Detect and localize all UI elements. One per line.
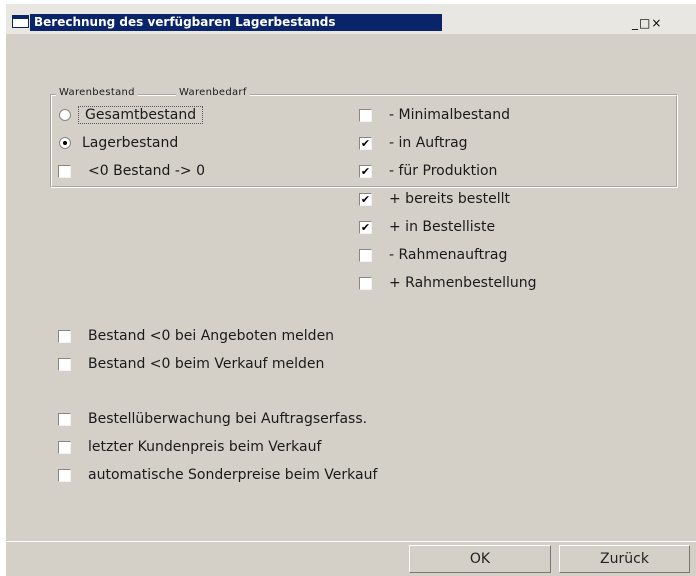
checkbox-box-in-bestelliste[interactable]: ✔ bbox=[359, 220, 372, 234]
close-button[interactable]: × bbox=[651, 15, 662, 31]
maximize-button[interactable]: □ bbox=[639, 15, 651, 31]
checkbox-box-sonderpreise[interactable] bbox=[58, 468, 71, 482]
window-icon bbox=[12, 15, 29, 28]
radio-lagerbestand[interactable]: Lagerbestand bbox=[59, 133, 178, 153]
minimize-button[interactable]: _ bbox=[632, 15, 639, 31]
checkbox-bestellueberwachung[interactable]: Bestellüberwachung bei Auftragserfass. bbox=[58, 409, 367, 429]
title-bar: Berechnung des verfügbaren Lagerbestands… bbox=[6, 4, 696, 34]
radio-button-lagerbestand[interactable] bbox=[59, 137, 71, 149]
checkbox-label-warn-verkauf: Bestand <0 beim Verkauf melden bbox=[88, 356, 325, 372]
checkbox-rahmenauftrag[interactable]: - Rahmenauftrag bbox=[359, 245, 507, 265]
checkbox-in-auftrag[interactable]: ✔ - in Auftrag bbox=[359, 133, 468, 153]
back-button[interactable]: Zurück bbox=[559, 545, 690, 573]
checkbox-label-rahmenauftrag: - Rahmenauftrag bbox=[389, 247, 508, 263]
checkbox-box-minimalbestand[interactable] bbox=[359, 108, 372, 122]
checkbox-box-rahmenbestellung[interactable] bbox=[359, 276, 372, 290]
window-controls: _□× bbox=[632, 15, 662, 31]
checkbox-bereits-bestellt[interactable]: ✔ + bereits bestellt bbox=[359, 189, 510, 209]
ok-button[interactable]: OK bbox=[409, 545, 551, 573]
checkbox-label-bereits-bestellt: + bereits bestellt bbox=[389, 191, 511, 207]
legend-warenbedarf: Warenbedarf bbox=[176, 86, 250, 100]
checkbox-fuer-produktion[interactable]: ✔ - für Produktion bbox=[359, 161, 497, 181]
radio-button-gesamtbestand[interactable] bbox=[59, 109, 71, 121]
checkbox-warn-angebote[interactable]: Bestand <0 bei Angeboten melden bbox=[58, 326, 334, 346]
checkbox-minimalbestand[interactable]: - Minimalbestand bbox=[359, 105, 510, 125]
radio-label-gesamtbestand: Gesamtbestand bbox=[78, 106, 204, 124]
radio-gesamtbestand[interactable]: Gesamtbestand bbox=[59, 105, 204, 125]
checkbox-box-warn-verkauf[interactable] bbox=[58, 357, 71, 371]
checkbox-label-kundenpreis: letzter Kundenpreis beim Verkauf bbox=[88, 439, 322, 455]
checkbox-label-warn-angebote: Bestand <0 bei Angeboten melden bbox=[88, 328, 335, 344]
window-title: Berechnung des verfügbaren Lagerbestands bbox=[34, 15, 336, 29]
dialog-window: Berechnung des verfügbaren Lagerbestands… bbox=[6, 4, 696, 576]
legend-warenbestand: Warenbestand bbox=[56, 86, 138, 100]
radio-label-lagerbestand: Lagerbestand bbox=[82, 135, 179, 151]
checkbox-label-in-auftrag: - in Auftrag bbox=[389, 135, 468, 151]
checkbox-box-bestellueberwachung[interactable] bbox=[58, 412, 71, 426]
checkbox-zero-bestand[interactable]: <0 Bestand -> 0 bbox=[58, 161, 205, 181]
checkbox-label-minimalbestand: - Minimalbestand bbox=[389, 107, 510, 123]
checkbox-sonderpreise[interactable]: automatische Sonderpreise beim Verkauf bbox=[58, 465, 377, 485]
checkbox-in-bestelliste[interactable]: ✔ + in Bestelliste bbox=[359, 217, 495, 237]
checkbox-label-bestellueberwachung: Bestellüberwachung bei Auftragserfass. bbox=[88, 411, 368, 427]
checkbox-box-kundenpreis[interactable] bbox=[58, 440, 71, 454]
checkbox-warn-verkauf[interactable]: Bestand <0 beim Verkauf melden bbox=[58, 354, 324, 374]
checkbox-box-in-auftrag[interactable]: ✔ bbox=[359, 136, 372, 150]
checkbox-label-zero-bestand: <0 Bestand -> 0 bbox=[88, 163, 206, 179]
checkbox-kundenpreis[interactable]: letzter Kundenpreis beim Verkauf bbox=[58, 437, 321, 457]
checkbox-label-in-bestelliste: + in Bestelliste bbox=[389, 219, 496, 235]
checkbox-box-zero-bestand[interactable] bbox=[58, 164, 71, 178]
checkbox-box-rahmenauftrag[interactable] bbox=[359, 248, 372, 262]
checkbox-label-fuer-produktion: - für Produktion bbox=[389, 163, 498, 179]
checkbox-rahmenbestellung[interactable]: + Rahmenbestellung bbox=[359, 273, 537, 293]
checkbox-box-warn-angebote[interactable] bbox=[58, 329, 71, 343]
checkbox-box-bereits-bestellt[interactable]: ✔ bbox=[359, 192, 372, 206]
checkbox-label-sonderpreise: automatische Sonderpreise beim Verkauf bbox=[88, 467, 378, 483]
checkbox-label-rahmenbestellung: + Rahmenbestellung bbox=[389, 275, 537, 291]
checkbox-box-fuer-produktion[interactable]: ✔ bbox=[359, 164, 372, 178]
